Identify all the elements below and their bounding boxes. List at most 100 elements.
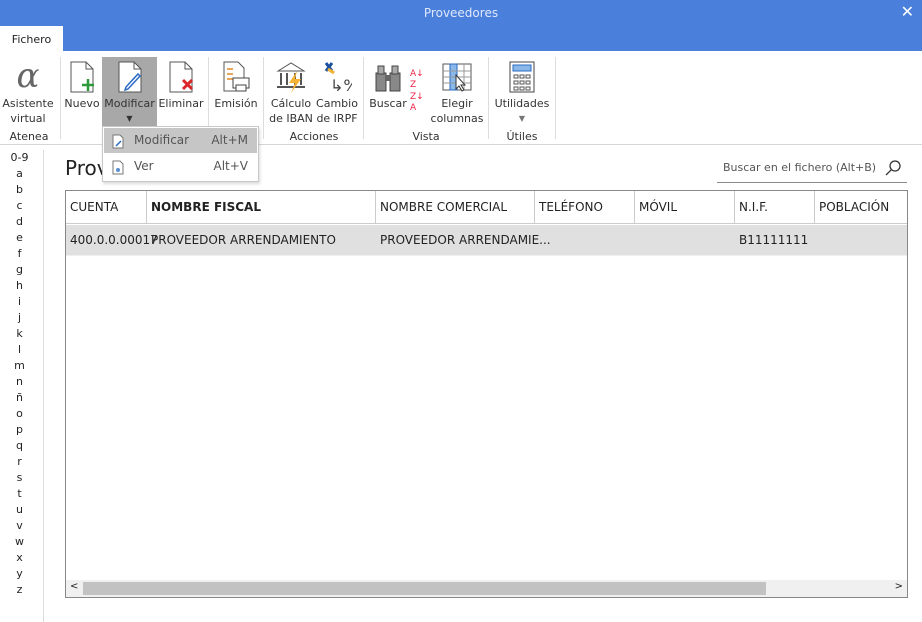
suppliers-table: CUENTA NOMBRE FISCAL NOMBRE COMERCIAL TELÉF… xyxy=(65,190,908,598)
alphabet-letter[interactable]: q xyxy=(0,438,43,454)
search-input[interactable]: Buscar en el fichero (Alt+B) xyxy=(717,155,907,183)
alphabet-letter[interactable]: z xyxy=(0,582,43,598)
column-header[interactable]: TELÉFONO xyxy=(535,191,635,224)
table-header: CUENTA NOMBRE FISCAL NOMBRE COMERCIAL TELÉF… xyxy=(66,191,907,224)
alphabet-letter[interactable]: f xyxy=(0,246,43,262)
binoculars-icon xyxy=(368,57,408,93)
tab-fichero[interactable]: Fichero xyxy=(0,26,63,51)
delete-document-icon xyxy=(158,57,204,93)
group-label-atenea: Atenea xyxy=(9,130,49,143)
group-label-acciones: Acciones xyxy=(289,130,339,143)
column-header[interactable]: POBLACIÓN xyxy=(815,191,907,224)
alphabet-letter[interactable]: r xyxy=(0,454,43,470)
alphabet-letter[interactable]: g xyxy=(0,262,43,278)
column-header[interactable]: N.I.F. xyxy=(735,191,815,224)
alphabet-letter[interactable]: c xyxy=(0,198,43,214)
label: Cambio xyxy=(316,97,358,110)
modificar-dropdown-menu: Modificar Alt+M Ver Alt+V xyxy=(102,126,259,182)
shortcut: Alt+V xyxy=(213,159,248,173)
column-header[interactable]: MÓVIL xyxy=(635,191,735,224)
cambio-irpf-button[interactable]: ↳% Cambio de IRPF xyxy=(315,57,359,126)
alphabet-letter[interactable]: e xyxy=(0,230,43,246)
alphabet-letter[interactable]: n xyxy=(0,374,43,390)
alphabet-letter[interactable]: 0-9 xyxy=(0,150,43,166)
alphabet-letter[interactable]: p xyxy=(0,422,43,438)
label: Cálculo xyxy=(270,97,312,110)
search-icon[interactable] xyxy=(885,160,901,176)
scrollbar-thumb[interactable] xyxy=(83,582,766,595)
tab-bar: Fichero xyxy=(0,26,922,51)
horizontal-scrollbar[interactable]: < > xyxy=(66,580,907,597)
alphabet-letter[interactable]: k xyxy=(0,326,43,342)
chevron-down-icon: ▼ xyxy=(518,114,526,123)
menu-item-ver[interactable]: Ver Alt+V xyxy=(104,154,257,179)
group-label-utiles: Útiles xyxy=(506,130,538,143)
alphabet-letter[interactable]: t xyxy=(0,486,43,502)
utilidades-button[interactable]: Utilidades ▼ xyxy=(492,57,552,126)
alphabet-letter[interactable]: s xyxy=(0,470,43,486)
label: de IBAN xyxy=(269,112,313,125)
label: Modificar xyxy=(104,97,155,110)
scroll-right-icon[interactable]: > xyxy=(895,581,903,592)
buscar-button[interactable]: Buscar xyxy=(368,57,408,111)
alphabet-letter[interactable]: ñ xyxy=(0,390,43,406)
alphabet-letter[interactable]: l xyxy=(0,342,43,358)
alphabet-letter[interactable]: d xyxy=(0,214,43,230)
asistente-virtual-button[interactable]: α Asistente virtual xyxy=(2,57,54,126)
table-cell: 400.0.0.00017 xyxy=(70,233,158,247)
alphabet-letter[interactable]: y xyxy=(0,566,43,582)
menu-item-modificar[interactable]: Modificar Alt+M xyxy=(104,128,257,153)
label: Asistente xyxy=(2,97,54,110)
table-row[interactable]: 400.0.0.00017 PROVEEDOR ARRENDAMIENTO PROV… xyxy=(66,225,907,256)
table-cell: PROVEEDOR ARRENDAMIENTO xyxy=(151,233,336,247)
table-cell: PROVEEDOR ARRENDAMIE... xyxy=(380,233,551,247)
column-header[interactable]: NOMBRE COMERCIAL xyxy=(376,191,535,224)
label: Modificar xyxy=(134,133,190,147)
eliminar-button[interactable]: Eliminar xyxy=(158,57,204,111)
search-placeholder: Buscar en el fichero (Alt+B) xyxy=(723,161,877,174)
label: Nuevo xyxy=(64,97,100,110)
svg-text:↳%: ↳% xyxy=(330,76,352,93)
alphabet-letter[interactable]: o xyxy=(0,406,43,422)
elegir-columnas-button[interactable]: Elegir columnas xyxy=(430,57,484,126)
scroll-left-icon[interactable]: < xyxy=(70,581,78,592)
alphabet-letter[interactable]: j xyxy=(0,310,43,326)
label: de IRPF xyxy=(316,112,358,125)
calculo-iban-button[interactable]: Cálculo de IBAN xyxy=(268,57,314,126)
alphabet-letter[interactable]: b xyxy=(0,182,43,198)
column-header[interactable]: NOMBRE FISCAL xyxy=(147,191,376,224)
sort-ascending-icon[interactable]: A↓ Z xyxy=(410,69,424,91)
label: Utilidades xyxy=(494,97,550,110)
group-label-vista: Vista xyxy=(412,130,440,143)
chevron-down-icon: ▼ xyxy=(126,114,133,123)
close-icon[interactable]: ✕ xyxy=(901,0,914,24)
shortcut: Alt+M xyxy=(211,133,248,147)
alphabet-filter: 0-9 a b c d e f g h i j k l m n ñ o p q r s t u v w x y z xyxy=(0,150,44,622)
edit-document-icon xyxy=(102,57,157,93)
alphabet-letter[interactable]: h xyxy=(0,278,43,294)
print-icon xyxy=(213,57,259,93)
alphabet-letter[interactable]: i xyxy=(0,294,43,310)
label: Eliminar xyxy=(158,97,204,110)
alpha-icon: α xyxy=(16,56,40,96)
view-document-icon xyxy=(112,159,124,184)
new-document-icon xyxy=(63,57,101,93)
alphabet-letter[interactable]: v xyxy=(0,518,43,534)
label: virtual xyxy=(10,112,46,125)
emision-button[interactable]: Emisión xyxy=(213,57,259,111)
alphabet-letter[interactable]: u xyxy=(0,502,43,518)
alphabet-letter[interactable]: a xyxy=(0,166,43,182)
label: Emisión xyxy=(214,97,258,110)
alphabet-letter[interactable]: w xyxy=(0,534,43,550)
alphabet-letter[interactable]: m xyxy=(0,358,43,374)
nuevo-button[interactable]: Nuevo xyxy=(63,57,101,111)
column-header[interactable]: CUENTA xyxy=(66,191,147,224)
sort-descending-icon[interactable]: Z↓ A xyxy=(410,92,424,114)
calculator-icon xyxy=(492,57,552,93)
label: columnas xyxy=(430,112,484,125)
table-cell: B11111111 xyxy=(739,233,809,247)
label: Ver xyxy=(134,159,154,173)
alphabet-letter[interactable]: x xyxy=(0,550,43,566)
modificar-button[interactable]: Modificar ▼ xyxy=(102,57,157,126)
bank-icon xyxy=(268,57,314,93)
